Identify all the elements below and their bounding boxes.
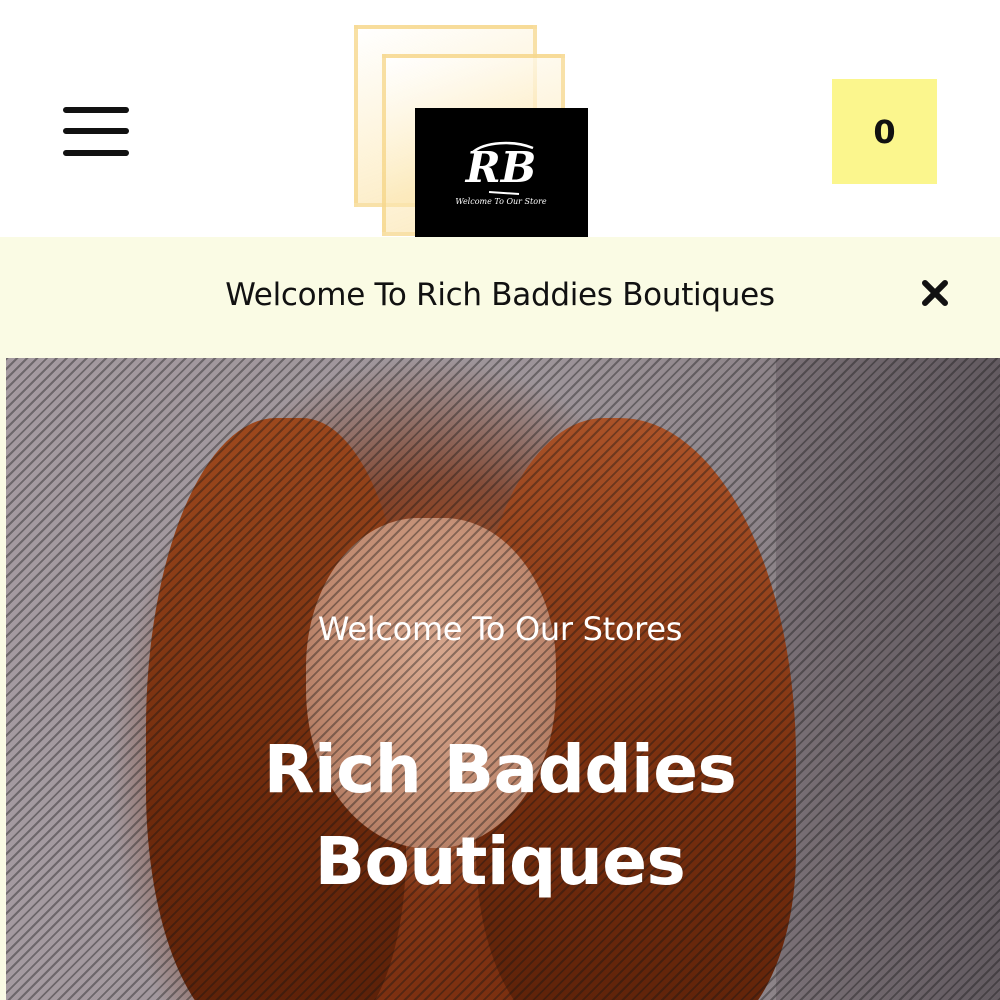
- announcement-text: Welcome To Rich Baddies Boutiques: [225, 277, 775, 313]
- hero-title-line: Rich Baddies: [263, 731, 737, 808]
- store-logo[interactable]: RB Welcome To Our Store: [415, 108, 588, 237]
- close-icon[interactable]: [918, 276, 952, 310]
- menu-bar: [63, 107, 129, 113]
- hamburger-menu-icon[interactable]: [60, 104, 132, 160]
- page: RB Welcome To Our Store 0 Welcome To Ric…: [0, 0, 1000, 1000]
- menu-bar: [63, 128, 129, 134]
- hero-banner: Welcome To Our Stores Rich Baddies Bouti…: [0, 358, 1000, 1000]
- menu-bar: [63, 150, 129, 156]
- site-header: RB Welcome To Our Store 0: [0, 0, 1000, 237]
- cart-count: 0: [873, 112, 896, 151]
- announcement-bar: Welcome To Rich Baddies Boutiques: [0, 237, 1000, 358]
- cart-button[interactable]: 0: [832, 79, 937, 184]
- svg-text:Welcome To Our Store: Welcome To Our Store: [455, 197, 547, 206]
- hero-title-line: Boutiques: [314, 823, 686, 900]
- hero-title: Rich Baddies Boutiques: [0, 724, 1000, 908]
- hero-subtitle: Welcome To Our Stores: [317, 610, 683, 648]
- logo-monogram-icon: RB Welcome To Our Store: [455, 141, 547, 206]
